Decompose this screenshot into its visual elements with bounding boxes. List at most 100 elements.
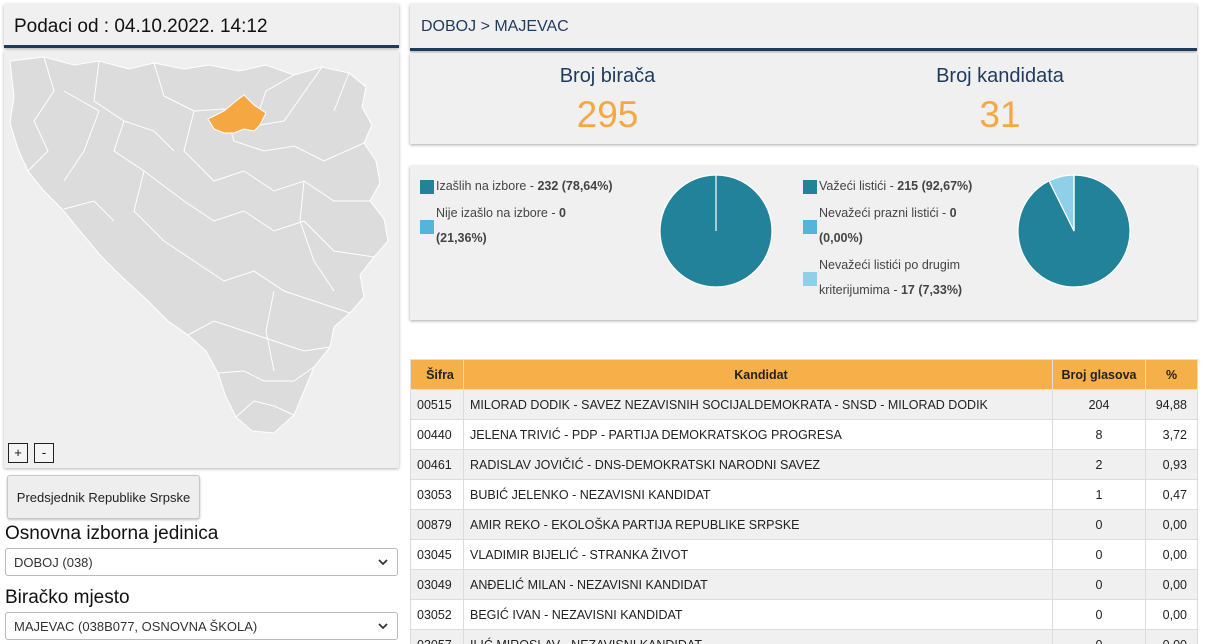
region-map[interactable]: + - <box>4 51 399 468</box>
legend-blank-value: 0 <box>949 206 957 220</box>
breadcrumb: DOBOJ > MAJEVAC <box>410 4 1197 51</box>
legend-swatch-no-turnout <box>420 220 434 234</box>
legend-swatch-turnout <box>420 180 434 194</box>
legend-swatch-blank <box>803 220 817 234</box>
cell-votes: 0 <box>1052 629 1146 644</box>
cell-code: 03049 <box>410 569 464 600</box>
cell-code: 00515 <box>410 389 464 420</box>
cell-votes: 0 <box>1052 509 1146 540</box>
candidates-stat: Broj kandidata 31 <box>815 53 1185 136</box>
cell-votes: 0 <box>1052 569 1146 600</box>
legend-no-turnout-label: Nije izašlo na izbore <box>436 206 548 220</box>
pie-charts-panel: Izašlih na izbore - 232 (78,64%) Nije iz… <box>410 166 1197 320</box>
legend-swatch-valid <box>803 180 817 194</box>
candidates-label: Broj kandidata <box>936 65 1064 87</box>
legend-swatch-other-invalid <box>803 272 817 286</box>
ballots-pie-chart <box>1017 174 1131 288</box>
cell-candidate: ILIĆ MIROSLAV - NEZAVISNI KANDIDAT <box>463 629 1053 644</box>
cell-candidate: MILORAD DODIK - SAVEZ NEZAVISNIH SOCIJAL… <box>463 389 1053 420</box>
legend-blank-label: Nevažeći prazni listići <box>819 206 939 220</box>
electoral-unit-label: Osnovna izborna jedinica <box>5 523 219 544</box>
table-row[interactable]: 00879 AMIR REKO - EKOLOŠKA PARTIJA REPUBL… <box>410 509 1198 540</box>
legend-no-turnout-value: 0 <box>558 206 566 220</box>
legend-no-turnout: Nije izašlo na izbore - 0 (21,36%) <box>436 206 566 245</box>
legend-no-turnout-pct: (21,36%) <box>436 231 487 245</box>
legend-other-invalid-label: Nevažeći listići po drugim <box>819 258 961 272</box>
cell-code: 03057 <box>410 629 464 644</box>
cell-percent: 0,00 <box>1145 569 1198 600</box>
table-row[interactable]: 00461 RADISLAV JOVIČIĆ - DNS-DEMOKRATSKI … <box>410 449 1198 480</box>
legend-turnout-value: 232 (78,64%) <box>537 179 613 193</box>
voters-label: Broj birača <box>559 65 656 87</box>
cell-votes: 1 <box>1052 479 1146 510</box>
legend-valid-value: 215 (92,67%) <box>897 179 973 193</box>
cell-code: 00461 <box>410 449 464 480</box>
cell-code: 03053 <box>410 479 464 510</box>
cell-candidate: VLADIMIR BIJELIĆ - STRANKA ŽIVOT <box>463 539 1053 570</box>
polling-station-value: MAJEVAC (038B077, OSNOVNA ŠKOLA) <box>14 619 258 634</box>
map-canvas[interactable] <box>4 51 399 468</box>
cell-candidate: JELENA TRIVIĆ - PDP - PARTIJA DEMOKRATSK… <box>463 419 1053 450</box>
electoral-unit-select[interactable]: DOBOJ (038) <box>5 548 398 576</box>
results-body: 00515 MILORAD DODIK - SAVEZ NEZAVISNIH SO… <box>410 389 1198 644</box>
data-timestamp: Podaci od : 04.10.2022. 14:12 <box>14 16 268 37</box>
cell-votes: 0 <box>1052 599 1146 630</box>
cell-code: 00879 <box>410 509 464 540</box>
election-type-button[interactable]: Predsjednik Republike Srpske <box>7 475 200 519</box>
table-header-row: Šifra Kandidat Broj glasova % <box>410 359 1198 390</box>
header-votes[interactable]: Broj glasova <box>1052 359 1146 390</box>
table-row[interactable]: 00440 JELENA TRIVIĆ - PDP - PARTIJA DEMOK… <box>410 419 1198 450</box>
cell-percent: 0,00 <box>1145 599 1198 630</box>
table-row[interactable]: 03049 ANĐELIĆ MILAN - NEZAVISNI KANDIDAT 0… <box>410 569 1198 600</box>
data-timestamp-header: Podaci od : 04.10.2022. 14:12 <box>4 4 399 48</box>
header-candidate[interactable]: Kandidat <box>463 359 1053 390</box>
legend-turnout: Izašlih na izbore - 232 (78,64%) <box>436 179 613 193</box>
electoral-unit-value: DOBOJ (038) <box>14 555 93 570</box>
cell-percent: 0,47 <box>1145 479 1198 510</box>
cell-candidate: ANĐELIĆ MILAN - NEZAVISNI KANDIDAT <box>463 569 1053 600</box>
cell-votes: 204 <box>1052 389 1146 420</box>
voters-value: 295 <box>576 94 639 135</box>
cell-candidate: BUBIĆ JELENKO - NEZAVISNI KANDIDAT <box>463 479 1053 510</box>
table-row[interactable]: 03045 VLADIMIR BIJELIĆ - STRANKA ŽIVOT 0 0,… <box>410 539 1198 570</box>
zoom-in-button[interactable]: + <box>8 443 28 463</box>
legend-other-invalid: Nevažeći listići po drugim kriterijumima… <box>819 258 963 297</box>
legend-valid: Važeći listići - 215 (92,67%) <box>819 179 973 193</box>
breadcrumb-text: DOBOJ > MAJEVAC <box>421 18 569 35</box>
results-table: Šifra Kandidat Broj glasova % 00515 MILOR… <box>410 359 1198 644</box>
cell-candidate: AMIR REKO - EKOLOŠKA PARTIJA REPUBLIKE S… <box>463 509 1053 540</box>
table-row[interactable]: 03057ILIĆ MIROSLAV - NEZAVISNI KANDIDAT0… <box>410 629 1198 644</box>
cell-votes: 8 <box>1052 419 1146 450</box>
zoom-out-button[interactable]: - <box>34 443 54 463</box>
legend-blank: Nevažeći prazni listići - 0 (0,00%) <box>819 206 957 245</box>
cell-percent: 94,88 <box>1145 389 1198 420</box>
header-percent[interactable]: % <box>1145 359 1198 390</box>
chevron-down-icon <box>378 623 388 630</box>
polling-station-select[interactable]: MAJEVAC (038B077, OSNOVNA ŠKOLA) <box>5 612 398 640</box>
legend-other-invalid-label2: kriterijumima <box>819 283 890 297</box>
table-row[interactable]: 00515 MILORAD DODIK - SAVEZ NEZAVISNIH SO… <box>410 389 1198 420</box>
cell-percent: 3,72 <box>1145 419 1198 450</box>
legend-turnout-label: Izašlih na izbore <box>436 179 527 193</box>
chevron-down-icon <box>378 559 388 566</box>
cell-percent: 0,00 <box>1145 629 1198 644</box>
table-row[interactable]: 03052 BEGIĆ IVAN - NEZAVISNI KANDIDAT 0 0,0… <box>410 599 1198 630</box>
cell-votes: 0 <box>1052 539 1146 570</box>
cell-percent: 0,00 <box>1145 539 1198 570</box>
cell-candidate: RADISLAV JOVIČIĆ - DNS-DEMOKRATSKI NAROD… <box>463 449 1053 480</box>
legend-other-invalid-value: 17 (7,33%) <box>900 283 963 297</box>
cell-percent: 0,93 <box>1145 449 1198 480</box>
cell-percent: 0,00 <box>1145 509 1198 540</box>
cell-code: 03052 <box>410 599 464 630</box>
cell-candidate: BEGIĆ IVAN - NEZAVISNI KANDIDAT <box>463 599 1053 630</box>
cell-code: 00440 <box>410 419 464 450</box>
legend-blank-pct: (0,00%) <box>819 231 863 245</box>
header-code[interactable]: Šifra <box>410 359 464 390</box>
candidates-value: 31 <box>979 94 1021 135</box>
legend-valid-label: Važeći listići <box>819 179 887 193</box>
stats-panel: Broj birača 295 Broj kandidata 31 <box>410 53 1197 144</box>
turnout-pie-chart <box>659 174 773 288</box>
table-row[interactable]: 03053 BUBIĆ JELENKO - NEZAVISNI KANDIDAT 1… <box>410 479 1198 510</box>
cell-code: 03045 <box>410 539 464 570</box>
polling-station-label: Biračko mjesto <box>5 587 130 608</box>
